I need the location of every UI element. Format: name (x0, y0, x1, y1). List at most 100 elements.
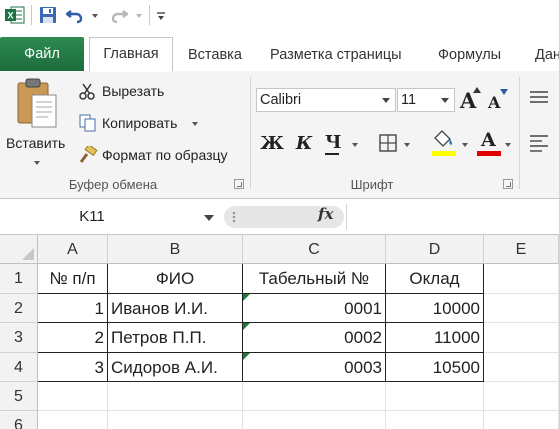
underline-button[interactable]: Ч (322, 131, 348, 157)
copy-label: Копировать (102, 115, 178, 131)
paste-button[interactable]: Вставить (4, 75, 70, 171)
grow-font-button[interactable]: A (459, 87, 481, 113)
copy-button[interactable]: Копировать (76, 113, 206, 135)
cell-d2[interactable]: 10000 (386, 294, 484, 323)
name-box-value: K11 (79, 208, 105, 225)
borders-button[interactable] (378, 133, 400, 155)
insert-function-button[interactable]: fx (318, 205, 333, 223)
paste-label: Вставить (6, 135, 66, 151)
cell-a4[interactable]: 3 (38, 353, 108, 382)
cell-d5[interactable] (386, 382, 484, 411)
font-name-value: Calibri (260, 92, 302, 108)
paste-dropdown-icon (34, 161, 40, 165)
font-dialog-launcher[interactable] (503, 179, 513, 189)
cell-c6[interactable] (243, 411, 386, 429)
tab-data[interactable]: Дан (535, 38, 559, 72)
tab-insert[interactable]: Вставка (188, 38, 242, 72)
cell-e4[interactable] (484, 353, 559, 382)
undo-icon[interactable] (64, 3, 86, 27)
paste-icon (14, 77, 60, 138)
underline-label: Ч (325, 132, 342, 153)
align-lines-icon (530, 91, 548, 103)
cell-a1[interactable]: № п/п (38, 264, 108, 294)
formula-input[interactable] (346, 204, 559, 230)
ribbon-home: Вставить Вырезать Копировать Формат по о… (0, 71, 559, 199)
cell-d4[interactable]: 10500 (386, 353, 484, 382)
clipboard-dialog-launcher[interactable] (234, 179, 244, 189)
column-header-d[interactable]: D (386, 235, 484, 264)
cell-e6[interactable] (484, 411, 559, 429)
tab-file[interactable]: Файл (0, 37, 84, 72)
cell-c2[interactable]: 0001 (243, 294, 386, 323)
fill-color-button[interactable] (430, 129, 458, 159)
cell-d3[interactable]: 11000 (386, 323, 484, 353)
align-top-button[interactable] (528, 89, 552, 111)
borders-dropdown-icon[interactable] (404, 143, 410, 147)
cut-label: Вырезать (102, 83, 165, 99)
cell-b6[interactable] (108, 411, 243, 429)
cell-a3[interactable]: 2 (38, 323, 108, 353)
cell-e2[interactable] (484, 294, 559, 323)
customize-qat-icon[interactable] (153, 3, 169, 27)
cell-e1[interactable] (484, 264, 559, 294)
font-size-value: 11 (401, 92, 417, 108)
cell-c4[interactable]: 0003 (243, 353, 386, 382)
font-color-swatch (477, 151, 501, 156)
format-painter-button[interactable]: Формат по образцу (76, 143, 248, 167)
row-header-1[interactable]: 1 (0, 264, 38, 294)
cell-b2[interactable]: Иванов И.И. (108, 294, 243, 323)
font-size-dropdown-icon (441, 98, 449, 103)
cell-b1[interactable]: ФИО (108, 264, 243, 294)
bold-button[interactable]: Ж (260, 131, 284, 157)
italic-button[interactable]: К (292, 131, 316, 157)
cell-c1[interactable]: Табельный № (243, 264, 386, 294)
row-header-6[interactable]: 6 (0, 411, 38, 429)
font-color-dropdown-icon[interactable] (505, 143, 511, 147)
align-left-button[interactable] (528, 133, 552, 155)
excel-window: X Файл Главная Вставка Разметка страницы… (0, 0, 559, 429)
row-header-4[interactable]: 4 (0, 353, 38, 382)
font-name-combo[interactable]: Calibri (256, 88, 396, 112)
row-header-5[interactable]: 5 (0, 382, 38, 411)
name-box-dropdown-icon (204, 215, 214, 221)
font-name-dropdown-icon (382, 98, 390, 103)
shrink-font-button[interactable]: A (487, 87, 509, 113)
cell-a6[interactable] (38, 411, 108, 429)
tab-home[interactable]: Главная (89, 37, 173, 72)
undo-dropdown-icon[interactable] (92, 14, 98, 18)
column-header-c[interactable]: C (243, 235, 386, 264)
cell-d6[interactable] (386, 411, 484, 429)
tab-formulas[interactable]: Формулы (438, 38, 501, 72)
cell-c3[interactable]: 0002 (243, 323, 386, 353)
cell-a5[interactable] (38, 382, 108, 411)
save-icon[interactable] (35, 3, 61, 27)
fill-bucket-icon (434, 130, 453, 147)
font-color-button[interactable]: A (476, 129, 502, 159)
row-header-2[interactable]: 2 (0, 294, 38, 323)
row-header-3[interactable]: 3 (0, 323, 38, 353)
column-header-e[interactable]: E (484, 235, 559, 264)
fill-color-dropdown-icon[interactable] (462, 143, 468, 147)
copy-icon (78, 114, 98, 137)
cell-b5[interactable] (108, 382, 243, 411)
cell-b4[interactable]: Сидоров А.И. (108, 353, 243, 382)
redo-icon[interactable] (108, 3, 130, 27)
column-header-b[interactable]: B (108, 235, 243, 264)
cell-c5[interactable] (243, 382, 386, 411)
name-box[interactable]: K11 (2, 204, 222, 230)
align-left-icon (530, 135, 548, 152)
underline-dropdown-icon[interactable] (352, 143, 358, 147)
font-size-combo[interactable]: 11 (397, 88, 455, 112)
column-header-a[interactable]: A (38, 235, 108, 264)
cell-a2[interactable]: 1 (38, 294, 108, 323)
cut-button[interactable]: Вырезать (76, 81, 176, 103)
tab-page-layout[interactable]: Разметка страницы (270, 38, 402, 72)
cell-b3[interactable]: Петров П.П. (108, 323, 243, 353)
cell-d1[interactable]: Оклад (386, 264, 484, 294)
excel-app-icon[interactable]: X (2, 3, 28, 27)
cell-e5[interactable] (484, 382, 559, 411)
select-all-button[interactable] (0, 235, 38, 264)
redo-dropdown-icon[interactable] (136, 14, 142, 18)
copy-dropdown-icon (192, 122, 198, 126)
cell-e3[interactable] (484, 323, 559, 353)
